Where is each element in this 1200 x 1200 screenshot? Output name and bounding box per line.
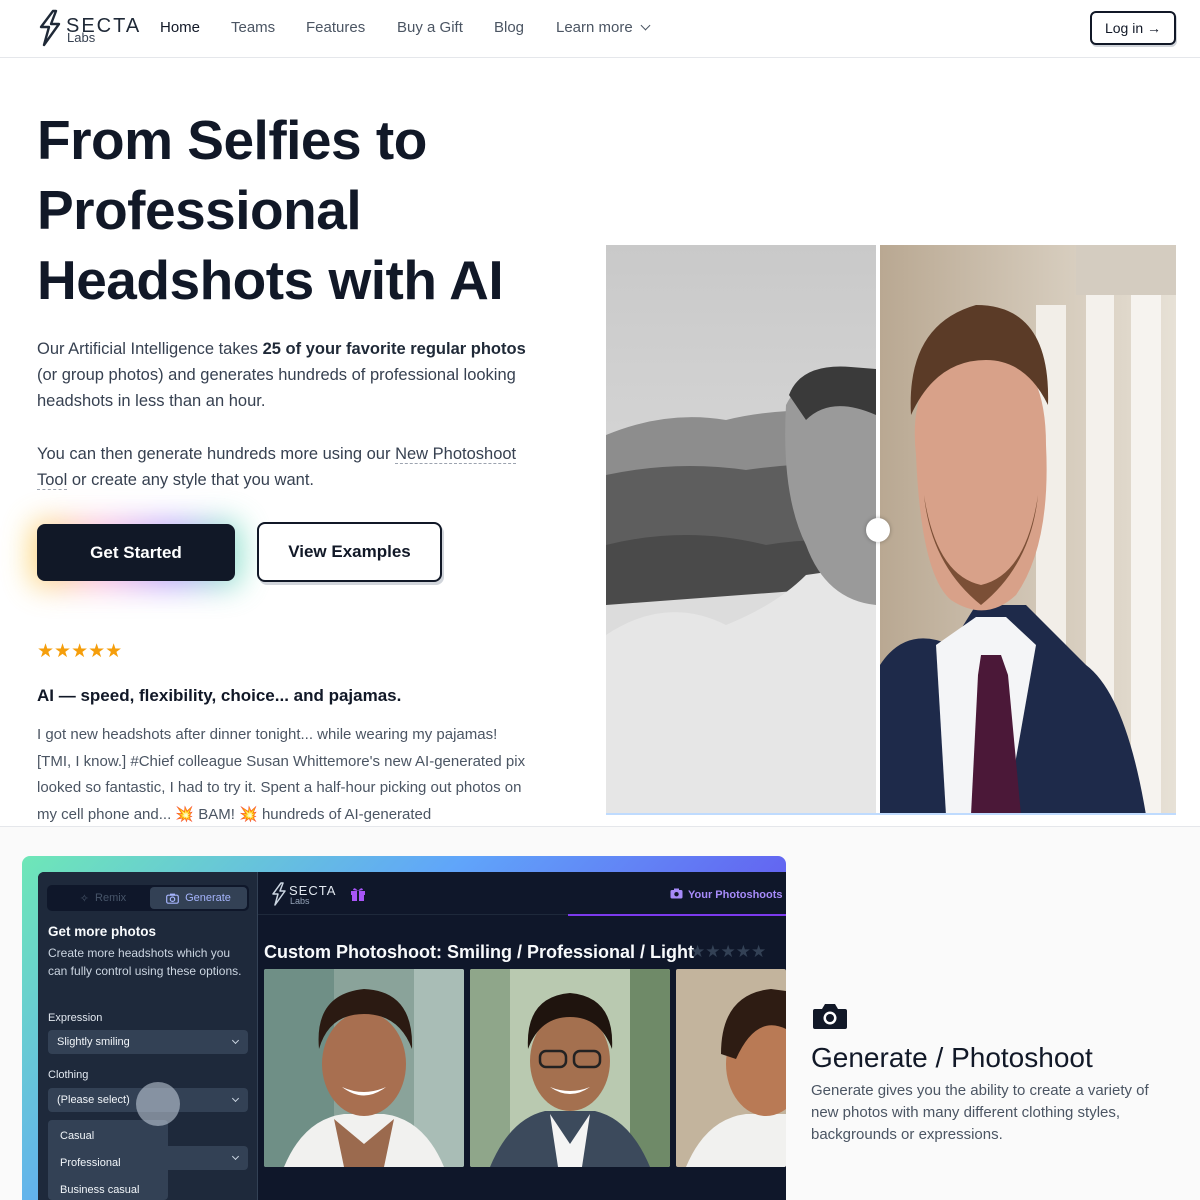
nav-features[interactable]: Features: [306, 19, 365, 37]
tab-generate[interactable]: Generate: [150, 887, 247, 909]
generated-headshot-image: [676, 969, 786, 1167]
chevron-down-icon: [231, 1152, 240, 1161]
sidebar-description: Create more headshots which you can full…: [48, 946, 242, 978]
clothing-dropdown: Casual Professional Business casual: [48, 1120, 168, 1200]
feature-description: Generate gives you the ability to create…: [811, 1082, 1149, 1143]
hero-title-line-3: Headshots with AI: [37, 249, 504, 311]
tab-remix-label: Remix: [95, 892, 127, 904]
review-stars: ★★★★★: [37, 641, 123, 662]
hero-desc-bold: 25 of your favorite regular photos: [262, 340, 526, 358]
nav-teams[interactable]: Teams: [231, 19, 275, 37]
generated-photo-1[interactable]: [264, 969, 464, 1167]
expression-value: Slightly smiling: [57, 1036, 130, 1048]
feature-title: Generate / Photoshoot: [811, 1042, 1093, 1073]
clothing-value: (Please select): [57, 1094, 130, 1106]
app-preview: ✧ Remix Generate Get more photos Create m…: [38, 872, 786, 1200]
hero-desc2-pre: You can then generate hundreds more usin…: [37, 445, 396, 463]
photoshoot-rating-stars[interactable]: ★★★★★: [690, 942, 766, 962]
generated-photo-2[interactable]: [470, 969, 670, 1167]
hero-description: Our Artificial Intelligence takes 25 of …: [37, 336, 547, 414]
get-started-button[interactable]: Get Started: [37, 524, 235, 581]
comparison-slider-handle[interactable]: [866, 518, 890, 542]
active-tab-underline: [568, 914, 786, 916]
hero-desc-pre: Our Artificial Intelligence takes: [37, 340, 263, 358]
hero-title-line-2: Professional: [37, 179, 362, 241]
hero-title: From Selfies to Professional Headshots w…: [37, 105, 577, 315]
secta-logo[interactable]: SECTA Labs: [36, 9, 146, 49]
hero-desc-post: (or group photos) and generates hundreds…: [37, 366, 516, 410]
clothing-option-business-casual[interactable]: Business casual: [60, 1184, 140, 1196]
camera-icon: [166, 893, 179, 904]
header-divider: [258, 914, 568, 915]
mode-switcher: ✧ Remix Generate: [47, 885, 249, 911]
secta-bolt-icon: [272, 882, 286, 906]
your-photoshoots-tab[interactable]: Your Photoshoots: [670, 888, 783, 901]
hero-description-2: You can then generate hundreds more usin…: [37, 441, 547, 493]
tab-generate-label: Generate: [185, 892, 231, 904]
camera-icon: [813, 1004, 847, 1029]
hero-desc2-post: or create any style that you want.: [67, 471, 314, 489]
app-logo-sub: Labs: [290, 896, 310, 906]
review-body: I got new headshots after dinner tonight…: [37, 726, 526, 823]
photoshoot-sidebar: ✧ Remix Generate Get more photos Create m…: [38, 872, 258, 1200]
before-after-comparison[interactable]: [606, 245, 1176, 815]
login-button[interactable]: Log in →: [1090, 11, 1176, 45]
gift-icon[interactable]: [350, 886, 366, 902]
nav-blog[interactable]: Blog: [494, 19, 524, 37]
hero-title-line-1: From Selfies to: [37, 109, 427, 171]
logo-sub: Labs: [67, 30, 96, 45]
chevron-down-icon: [640, 20, 651, 31]
view-examples-button[interactable]: View Examples: [257, 522, 442, 582]
nav-home[interactable]: Home: [160, 19, 200, 37]
expression-label: Expression: [48, 1012, 103, 1024]
sparkle-icon: ✧: [79, 892, 90, 905]
cursor-indicator: [136, 1082, 180, 1126]
learn-more-label: Learn more: [556, 19, 633, 36]
clothing-option-professional[interactable]: Professional: [60, 1157, 121, 1169]
review-title: AI — speed, flexibility, choice... and p…: [37, 686, 402, 705]
camera-icon: [670, 888, 683, 899]
expression-select[interactable]: Slightly smiling: [48, 1030, 248, 1054]
generated-headshot-image: [470, 969, 670, 1167]
generated-photo-3[interactable]: [676, 969, 786, 1167]
before-after-image: [606, 245, 1176, 813]
photoshoot-title: Custom Photoshoot: Smiling / Professiona…: [264, 942, 694, 962]
chevron-down-icon: [231, 1094, 240, 1103]
chevron-down-icon: [231, 1036, 240, 1045]
generated-headshot-image: [264, 969, 464, 1167]
clothing-option-casual[interactable]: Casual: [60, 1130, 94, 1142]
nav-learn-more[interactable]: Learn more: [556, 19, 651, 37]
tab-remix[interactable]: ✧ Remix: [57, 885, 149, 911]
secta-bolt-icon: [39, 9, 61, 47]
clothing-label: Clothing: [48, 1069, 89, 1081]
your-photoshoots-label: Your Photoshoots: [688, 889, 783, 901]
top-nav: SECTA Labs Home Teams Features Buy a Gif…: [0, 0, 1200, 58]
nav-buy-a-gift[interactable]: Buy a Gift: [397, 19, 463, 37]
sidebar-title: Get more photos: [48, 924, 157, 939]
